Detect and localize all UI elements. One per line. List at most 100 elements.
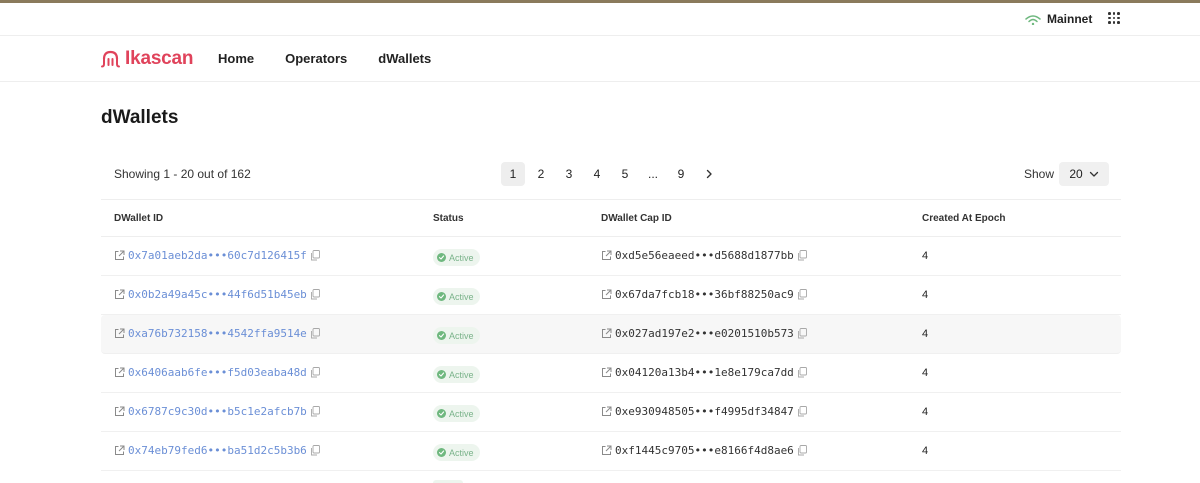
check-circle-icon [437, 370, 446, 379]
page-size-select[interactable]: 20 [1059, 162, 1109, 186]
copy-icon[interactable] [310, 289, 320, 300]
external-link-icon[interactable] [114, 406, 125, 417]
status-badge: Active [433, 327, 480, 344]
status-cell: Active [433, 443, 480, 461]
external-link-icon[interactable] [601, 406, 612, 417]
dwallet-cap-id-text[interactable]: 0x67da7fcb18•••36bf88250ac9 [615, 288, 794, 301]
nav-links: Home Operators dWallets [218, 51, 431, 66]
page-size-value: 20 [1069, 167, 1083, 181]
status-cell: Active [433, 404, 480, 422]
dwallet-cap-id-cell: 0xd5e56eaeed•••d5688d1877bb [601, 249, 807, 262]
external-link-icon[interactable] [601, 250, 612, 261]
dwallet-id-cell: 0x0b2a49a45c•••44f6d51b45eb [114, 288, 320, 301]
copy-icon[interactable] [310, 328, 320, 339]
status-text: Active [449, 330, 474, 341]
status-badge: Active [433, 249, 480, 266]
dwallet-id-cell: 0x7a01aeb2da•••60c7d126415f [114, 249, 320, 262]
copy-icon[interactable] [310, 367, 320, 378]
status-badge: Active [433, 444, 480, 461]
created-epoch-cell: 4 [922, 289, 929, 301]
page-button-2[interactable]: 2 [529, 162, 553, 186]
dwallet-cap-id-cell: 0x027ad197e2•••e0201510b573 [601, 327, 807, 340]
dwallets-table: DWallet ID Status DWallet Cap ID Created… [101, 199, 1121, 471]
copy-icon[interactable] [310, 250, 320, 261]
copy-icon[interactable] [797, 289, 807, 300]
dwallet-cap-id-text[interactable]: 0xd5e56eaeed•••d5688d1877bb [615, 249, 794, 262]
status-text: Active [449, 252, 474, 263]
external-link-icon[interactable] [601, 367, 612, 378]
external-link-icon[interactable] [114, 250, 125, 261]
dwallet-id-link[interactable]: 0xa76b732158•••4542ffa9514e [128, 327, 307, 340]
check-circle-icon [437, 253, 446, 262]
network-label: Mainnet [1047, 12, 1093, 26]
copy-icon[interactable] [310, 445, 320, 456]
copy-icon[interactable] [310, 406, 320, 417]
header-dwallet-cap-id: DWallet Cap ID [601, 213, 672, 224]
status-text: Active [449, 408, 474, 419]
created-epoch-cell: 4 [922, 250, 929, 262]
external-link-icon[interactable] [114, 289, 125, 300]
dwallet-id-link[interactable]: 0x7a01aeb2da•••60c7d126415f [128, 249, 307, 262]
dwallet-cap-id-text[interactable]: 0xe930948505•••f4995df34847 [615, 405, 794, 418]
status-badge: Active [433, 405, 480, 422]
utility-bar: Mainnet [0, 3, 1200, 36]
table-row: 0x74eb79fed6•••ba51d2c5b3b6 Active 0xf14… [101, 432, 1121, 471]
external-link-icon[interactable] [601, 289, 612, 300]
dwallet-cap-id-cell: 0x67da7fcb18•••36bf88250ac9 [601, 288, 807, 301]
external-link-icon[interactable] [114, 445, 125, 456]
created-epoch-cell: 4 [922, 367, 929, 379]
copy-icon[interactable] [797, 250, 807, 261]
dwallet-id-link[interactable]: 0x74eb79fed6•••ba51d2c5b3b6 [128, 444, 307, 457]
page-title: dWallets [101, 107, 179, 128]
pagination: 1 2 3 4 5 ... 9 [501, 162, 721, 186]
status-cell: Active [433, 287, 480, 305]
copy-icon[interactable] [797, 406, 807, 417]
dwallet-cap-id-cell: 0x04120a13b4•••1e8e179ca7dd [601, 366, 807, 379]
status-cell: Active [433, 326, 480, 344]
dwallet-cap-id-text[interactable]: 0x04120a13b4•••1e8e179ca7dd [615, 366, 794, 379]
created-epoch-cell: 4 [922, 406, 929, 418]
page-button-5[interactable]: 5 [613, 162, 637, 186]
dwallet-id-cell: 0x74eb79fed6•••ba51d2c5b3b6 [114, 444, 320, 457]
copy-icon[interactable] [797, 328, 807, 339]
nav-home[interactable]: Home [218, 51, 254, 66]
brand-name: Ikascan [125, 48, 194, 69]
dwallet-id-link[interactable]: 0x6787c9c30d•••b5c1e2afcb7b [128, 405, 307, 418]
table-header: DWallet ID Status DWallet Cap ID Created… [101, 199, 1121, 237]
header-dwallet-id: DWallet ID [114, 213, 164, 224]
page-button-9[interactable]: 9 [669, 162, 693, 186]
status-text: Active [449, 369, 474, 380]
apps-grid-icon[interactable] [1108, 12, 1120, 24]
external-link-icon[interactable] [601, 328, 612, 339]
brand-logo[interactable]: Ikascan [100, 48, 194, 70]
signal-icon [1025, 14, 1041, 25]
dwallet-cap-id-cell: 0xf1445c9705•••e8166f4d8ae6 [601, 444, 807, 457]
page-button-1[interactable]: 1 [501, 162, 525, 186]
external-link-icon[interactable] [601, 445, 612, 456]
copy-icon[interactable] [797, 445, 807, 456]
dwallet-cap-id-text[interactable]: 0x027ad197e2•••e0201510b573 [615, 327, 794, 340]
status-cell: Active [433, 365, 480, 383]
network-selector[interactable]: Mainnet [1025, 12, 1092, 26]
status-badge: Active [433, 366, 480, 383]
page-button-3[interactable]: 3 [557, 162, 581, 186]
external-link-icon[interactable] [114, 367, 125, 378]
header-status: Status [433, 213, 464, 224]
dwallet-cap-id-text[interactable]: 0xf1445c9705•••e8166f4d8ae6 [615, 444, 794, 457]
nav-operators[interactable]: Operators [285, 51, 347, 66]
check-circle-icon [437, 448, 446, 457]
status-text: Active [449, 447, 474, 458]
dwallet-id-link[interactable]: 0x6406aab6fe•••f5d03eaba48d [128, 366, 307, 379]
check-circle-icon [437, 292, 446, 301]
page-button-4[interactable]: 4 [585, 162, 609, 186]
page-size-label: Show [1024, 167, 1055, 181]
nav-dwallets[interactable]: dWallets [378, 51, 431, 66]
check-circle-icon [437, 331, 446, 340]
status-text: Active [449, 291, 474, 302]
next-page-button[interactable] [697, 162, 721, 186]
external-link-icon[interactable] [114, 328, 125, 339]
dwallet-id-link[interactable]: 0x0b2a49a45c•••44f6d51b45eb [128, 288, 307, 301]
table-row: 0x7a01aeb2da•••60c7d126415f Active 0xd5e… [101, 237, 1121, 276]
copy-icon[interactable] [797, 367, 807, 378]
check-circle-icon [437, 409, 446, 418]
